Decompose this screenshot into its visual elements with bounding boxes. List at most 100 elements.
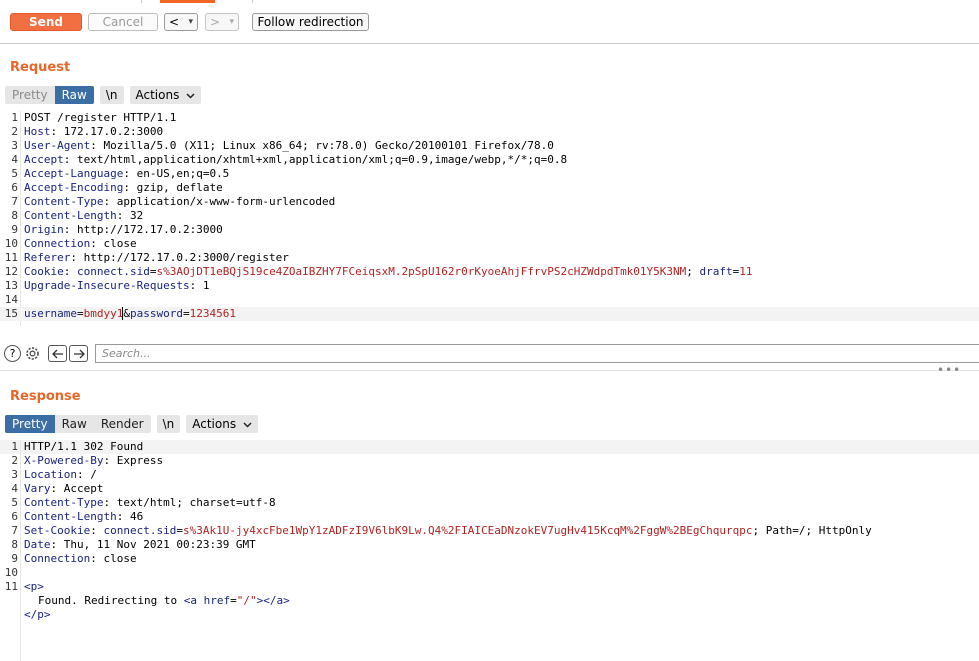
header-name: Content-Type (24, 195, 104, 208)
search-input[interactable]: Search... (95, 344, 979, 363)
set-cookie-line: Set-Cookie: connect.sid=s%3Ak1U-jy4xcFbe… (24, 524, 872, 537)
header-name: Origin (24, 223, 64, 236)
actions-label: Actions (135, 88, 180, 102)
newline-toggle[interactable]: \n (99, 86, 124, 104)
header-line: Origin: http://172.17.0.2:3000 (24, 223, 223, 236)
html-line: </p> (24, 608, 51, 621)
header-line: X-Powered-By: Express (24, 454, 164, 467)
request-editor[interactable]: 1 2 3 4 5 6 7 8 9 10 11 12 13 14 15 POST… (0, 111, 979, 326)
cookie-attributes: ; Path=/; HttpOnly (752, 524, 872, 537)
send-button[interactable]: Send (10, 13, 82, 31)
param-key: password (129, 307, 183, 320)
actions-menu[interactable]: Actions (186, 415, 258, 433)
history-back-button[interactable]: < ▾ (164, 13, 198, 31)
line-number: 10 (4, 237, 18, 250)
tab-separator (141, 0, 142, 3)
cookie-key: connect.sid (77, 265, 150, 278)
cancel-button[interactable]: Cancel (88, 13, 158, 31)
active-tab-indicator (160, 0, 215, 3)
html-attr: href (203, 594, 231, 607)
header-line: Date: Thu, 11 Nov 2021 00:23:39 GMT (24, 538, 256, 551)
cookie-value: 11 (739, 265, 753, 278)
html-text: Found. Redirecting to (38, 594, 184, 607)
line-number: 6 (11, 510, 18, 523)
actions-label: Actions (192, 417, 237, 431)
header-value: text/html; charset=utf-8 (116, 496, 276, 509)
line-gutter (20, 440, 21, 661)
tab-pretty[interactable]: Pretty (5, 86, 55, 104)
header-value: Express (116, 454, 164, 467)
tab-raw[interactable]: Raw (54, 86, 94, 104)
body-line: username=bmdyy1&password=1234561 (24, 307, 236, 320)
header-value: / (90, 468, 97, 481)
help-icon[interactable]: ? (4, 345, 21, 362)
response-editor[interactable]: 1 2 3 4 5 6 7 8 9 10 11 HTTP/1.1 302 Fou… (0, 440, 979, 661)
header-name: Accept (24, 153, 64, 166)
html-line: <p> (24, 580, 44, 593)
chevron-down-icon (243, 422, 252, 428)
header-value: Mozilla/5.0 (X11; Linux x86_64; rv:78.0)… (103, 139, 554, 152)
chevron-right-icon: > (210, 15, 221, 29)
header-name: Date (24, 538, 51, 551)
line-number: 5 (11, 167, 18, 180)
header-line: Content-Length: 32 (24, 209, 144, 222)
header-line: Vary: Accept (24, 482, 104, 495)
cookie-key: connect.sid (103, 524, 177, 537)
header-value: 1 (202, 279, 210, 292)
panel-divider[interactable] (0, 370, 979, 371)
header-line: Content-Type: text/html; charset=utf-8 (24, 496, 276, 509)
arrow-left-icon (51, 349, 63, 358)
top-toolbar: Send Cancel < ▾ > ▾ Follow redirection (0, 0, 979, 44)
header-name: Set-Cookie (24, 524, 91, 537)
header-line: Host: 172.17.0.2:3000 (24, 125, 164, 138)
header-value: 172.17.0.2:3000 (63, 125, 164, 138)
actions-menu[interactable]: Actions (129, 86, 202, 104)
cookie-value: s%3AOjDT1eBQjS19ce4ZOaIBZHY7FCeiqsxM.2pS… (156, 265, 687, 278)
line-number: 8 (11, 538, 18, 551)
html-tag: </p> (24, 608, 51, 621)
html-line: Found. Redirecting to <a href="/"></a> (38, 594, 290, 607)
header-name: Accept-Language (24, 167, 124, 180)
param-key: username (24, 307, 77, 320)
param-value: 1234561 (189, 307, 236, 320)
html-tag: <p> (24, 580, 44, 593)
cookie-line: Cookie: connect.sid=s%3AOjDT1eBQjS19ce4Z… (24, 265, 753, 278)
search-previous-button[interactable] (48, 345, 67, 362)
chevron-left-icon: < (169, 15, 180, 29)
header-value: gzip, deflate (136, 181, 223, 194)
more-options-icon[interactable]: ••• (937, 363, 961, 377)
html-attr-value: "/" (236, 594, 257, 607)
header-value: http://172.17.0.2:3000 (77, 223, 223, 236)
cookie-key: draft (699, 265, 733, 278)
line-number: 7 (11, 195, 18, 208)
line-number: 2 (11, 125, 18, 138)
param-value: bmdyy1 (83, 307, 124, 320)
line-number: 10 (4, 566, 18, 579)
search-next-button[interactable] (69, 345, 88, 362)
tab-render[interactable]: Render (94, 415, 151, 433)
header-value: close (103, 552, 137, 565)
request-line: POST /register HTTP/1.1 (24, 111, 177, 124)
header-line: Upgrade-Insecure-Requests: 1 (24, 279, 210, 292)
text-cursor (122, 307, 124, 320)
line-number: 11 (4, 580, 18, 593)
line-number: 9 (11, 552, 18, 565)
line-number: 2 (11, 454, 18, 467)
status-line: HTTP/1.1 302 Found (24, 440, 144, 453)
newline-toggle[interactable]: \n (156, 415, 181, 433)
follow-redirection-button[interactable]: Follow redirection (252, 13, 369, 31)
header-value: en-US,en;q=0.5 (136, 167, 230, 180)
header-line: Connection: close (24, 552, 137, 565)
line-number: 4 (11, 153, 18, 166)
history-forward-button[interactable]: > ▾ (205, 13, 239, 31)
dropdown-arrow-icon: ▾ (229, 17, 234, 27)
header-name: Location (24, 468, 77, 481)
gear-icon[interactable] (24, 345, 41, 362)
tab-raw[interactable]: Raw (55, 415, 94, 433)
request-view-toolbar: Pretty Raw \n Actions (5, 86, 202, 104)
header-name: X-Powered-By (24, 454, 104, 467)
search-bar: ? Search... (0, 343, 979, 365)
header-value: text/html,application/xhtml+xml,applicat… (77, 153, 568, 166)
tab-pretty[interactable]: Pretty (5, 415, 55, 433)
line-number: 12 (4, 265, 18, 278)
